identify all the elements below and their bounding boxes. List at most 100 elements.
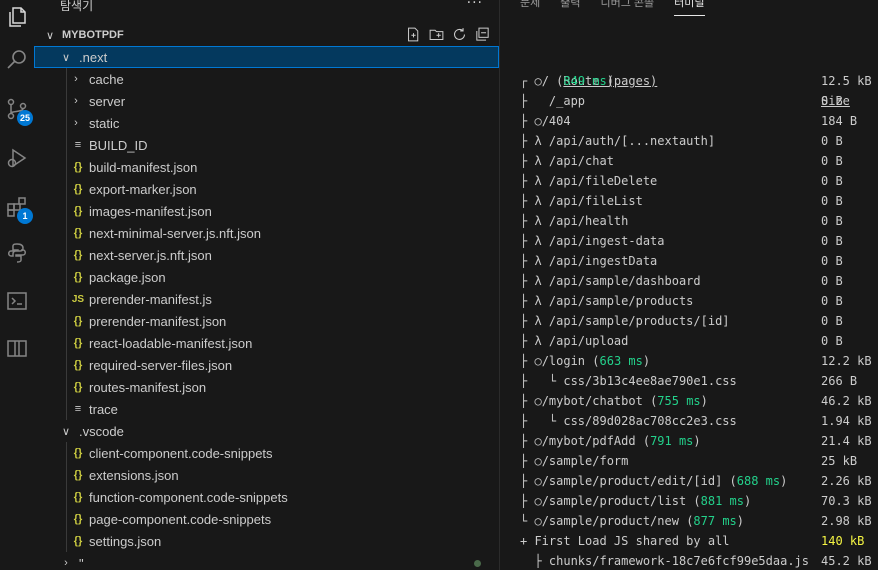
terminal-line: ├ ○/mybot/pdfAdd (791 ms) 21.4 kB bbox=[520, 431, 878, 451]
tree-item-label: .next bbox=[79, 49, 108, 65]
indent-guide bbox=[66, 486, 67, 508]
paren: ) bbox=[606, 74, 614, 88]
terminal-line: ├ λ /api/fileDelete 0 B bbox=[520, 171, 878, 191]
chevron-right-icon: › bbox=[74, 95, 78, 107]
terminal-output[interactable]: Route (pages) Size ┌ ○/ (849 ms) 12.5 kB ├… bbox=[520, 51, 878, 570]
tree-item-label: required-server-files.json bbox=[89, 357, 233, 373]
explorer-panel: 탐색기 ··· ∨ MYBOTPDF ∨ .next › cache › server › s… bbox=[34, 0, 500, 570]
build-time: 881 ms bbox=[700, 494, 744, 508]
new-folder-icon[interactable] bbox=[428, 26, 445, 47]
folder-item[interactable]: ∨ .next bbox=[34, 46, 499, 68]
project-header[interactable]: ∨ MYBOTPDF bbox=[34, 24, 499, 46]
tree-item-label: cache bbox=[89, 71, 124, 87]
terminal-line: ├ ○/sample/product/edit/[id] (688 ms) 2.2… bbox=[520, 471, 878, 491]
file-item[interactable]: {} build-manifest.json bbox=[34, 156, 499, 178]
explorer-icon[interactable] bbox=[4, 4, 30, 30]
route-path: /sample/product/edit/[id] bbox=[541, 474, 723, 488]
terminal-line: └ ○/sample/product/new (877 ms) 2.98 kB bbox=[520, 511, 878, 531]
file-item[interactable]: {} prerender-manifest.json bbox=[34, 310, 499, 332]
indent-guide bbox=[66, 442, 67, 464]
chevron-down-icon: ∨ bbox=[46, 28, 55, 42]
folder-item[interactable]: › cache bbox=[34, 68, 499, 90]
file-item[interactable]: {} page-component.code-snippets bbox=[34, 508, 499, 530]
book-icon[interactable] bbox=[4, 335, 30, 361]
route-size: 2.98 kB bbox=[821, 514, 872, 528]
paren: ( bbox=[548, 74, 564, 88]
file-item[interactable]: {} client-component.code-snippets bbox=[34, 442, 499, 464]
file-item[interactable]: {} required-server-files.json bbox=[34, 354, 499, 376]
tree-prefix: ├ bbox=[520, 554, 549, 568]
folder-item[interactable]: › server bbox=[34, 90, 499, 112]
panel-tab[interactable]: 출력 bbox=[560, 0, 580, 16]
file-item[interactable]: {} export-marker.json bbox=[34, 178, 499, 200]
file-item[interactable]: {} package.json bbox=[34, 266, 499, 288]
terminal-view-icon[interactable] bbox=[4, 288, 30, 314]
file-item[interactable]: JS prerender-manifest.js bbox=[34, 288, 499, 310]
route-size: 0 B bbox=[821, 294, 843, 308]
tree-item-label: prerender-manifest.json bbox=[89, 313, 227, 329]
folder-item[interactable]: › static bbox=[34, 112, 499, 134]
tree-item-label: package.json bbox=[89, 269, 166, 285]
folder-item[interactable]: ∨ .vscode bbox=[34, 420, 499, 442]
tree-item-label: trace bbox=[89, 401, 118, 417]
more-actions-icon[interactable]: ··· bbox=[467, 0, 483, 11]
new-file-icon[interactable] bbox=[405, 26, 422, 47]
panel-tab[interactable]: 문제 bbox=[520, 0, 540, 16]
chevron-right-icon: › bbox=[74, 117, 78, 129]
extensions-icon[interactable]: 1 bbox=[4, 194, 33, 224]
terminal-line: ├ λ /api/health 0 B bbox=[520, 211, 878, 231]
panel-tab[interactable]: 터미널 bbox=[674, 0, 705, 16]
route-size: 184 B bbox=[821, 114, 858, 128]
tree-item-label: server bbox=[89, 93, 126, 109]
tree-prefix: ├ λ bbox=[520, 294, 542, 308]
file-item[interactable]: {} images-manifest.json bbox=[34, 200, 499, 222]
tree-prefix: ├ ○ bbox=[520, 454, 542, 468]
tree-prefix: ├ └ bbox=[520, 414, 564, 428]
route-size: 0 B bbox=[821, 254, 843, 268]
chevron-down-icon: ∨ bbox=[61, 425, 71, 438]
file-item[interactable]: {} function-component.code-snippets bbox=[34, 486, 499, 508]
search-icon[interactable] bbox=[4, 47, 30, 73]
route-size: 0 B bbox=[821, 134, 843, 148]
tree-prefix: ├ λ bbox=[520, 234, 542, 248]
route-size: 0 B bbox=[821, 314, 843, 328]
json-file-icon: {} bbox=[73, 381, 83, 393]
indent-guide bbox=[66, 134, 67, 156]
route-path: /api/sample/dashboard bbox=[541, 274, 701, 288]
file-item[interactable]: ≡ BUILD_ID bbox=[34, 134, 499, 156]
tree-prefix: ├ └ bbox=[520, 374, 564, 388]
source-control-icon[interactable]: 25 bbox=[4, 96, 33, 126]
paren: ( bbox=[635, 434, 651, 448]
file-item[interactable]: {} next-minimal-server.js.nft.json bbox=[34, 222, 499, 244]
build-time: 755 ms bbox=[657, 394, 701, 408]
file-item[interactable]: {} extensions.json bbox=[34, 464, 499, 486]
json-file-icon: {} bbox=[73, 535, 83, 547]
tree-prefix: ├ λ bbox=[520, 334, 542, 348]
file-item[interactable]: {} routes-manifest.json bbox=[34, 376, 499, 398]
folder-item[interactable]: › " bbox=[34, 552, 499, 570]
route-size: 140 kB bbox=[821, 534, 865, 548]
collapse-all-icon[interactable] bbox=[474, 26, 491, 47]
python-icon[interactable] bbox=[4, 240, 30, 266]
tree-item-label: build-manifest.json bbox=[89, 159, 198, 175]
explorer-title: 탐색기 bbox=[60, 0, 94, 13]
panel-tab[interactable]: 디버그 콘솔 bbox=[601, 0, 655, 16]
tree-item-label: images-manifest.json bbox=[89, 203, 212, 219]
file-item[interactable]: {} next-server.js.nft.json bbox=[34, 244, 499, 266]
file-item[interactable]: {} settings.json bbox=[34, 530, 499, 552]
chevron-right-icon: › bbox=[64, 557, 68, 569]
route-path: /api/fileList bbox=[541, 194, 643, 208]
refresh-icon[interactable] bbox=[451, 26, 468, 47]
terminal-line: ├ └ css/3b13c4ee8ae790e1.css 266 B bbox=[520, 371, 878, 391]
route-path: /sample/product/new bbox=[541, 514, 679, 528]
indent-guide bbox=[66, 398, 67, 420]
terminal-line: ├ λ /api/sample/products/[id] 0 B bbox=[520, 311, 878, 331]
file-item[interactable]: {} react-loadable-manifest.json bbox=[34, 332, 499, 354]
indent-guide bbox=[66, 244, 67, 266]
panel-tabs: 문제 출력 디버그 콘솔 터미널 bbox=[500, 0, 705, 16]
json-file-icon: {} bbox=[73, 491, 83, 503]
build-time: 688 ms bbox=[736, 474, 781, 488]
run-debug-icon[interactable] bbox=[4, 145, 30, 171]
file-item[interactable]: ≡ trace bbox=[34, 398, 499, 420]
tree-prefix: ├ ○ bbox=[520, 394, 542, 408]
